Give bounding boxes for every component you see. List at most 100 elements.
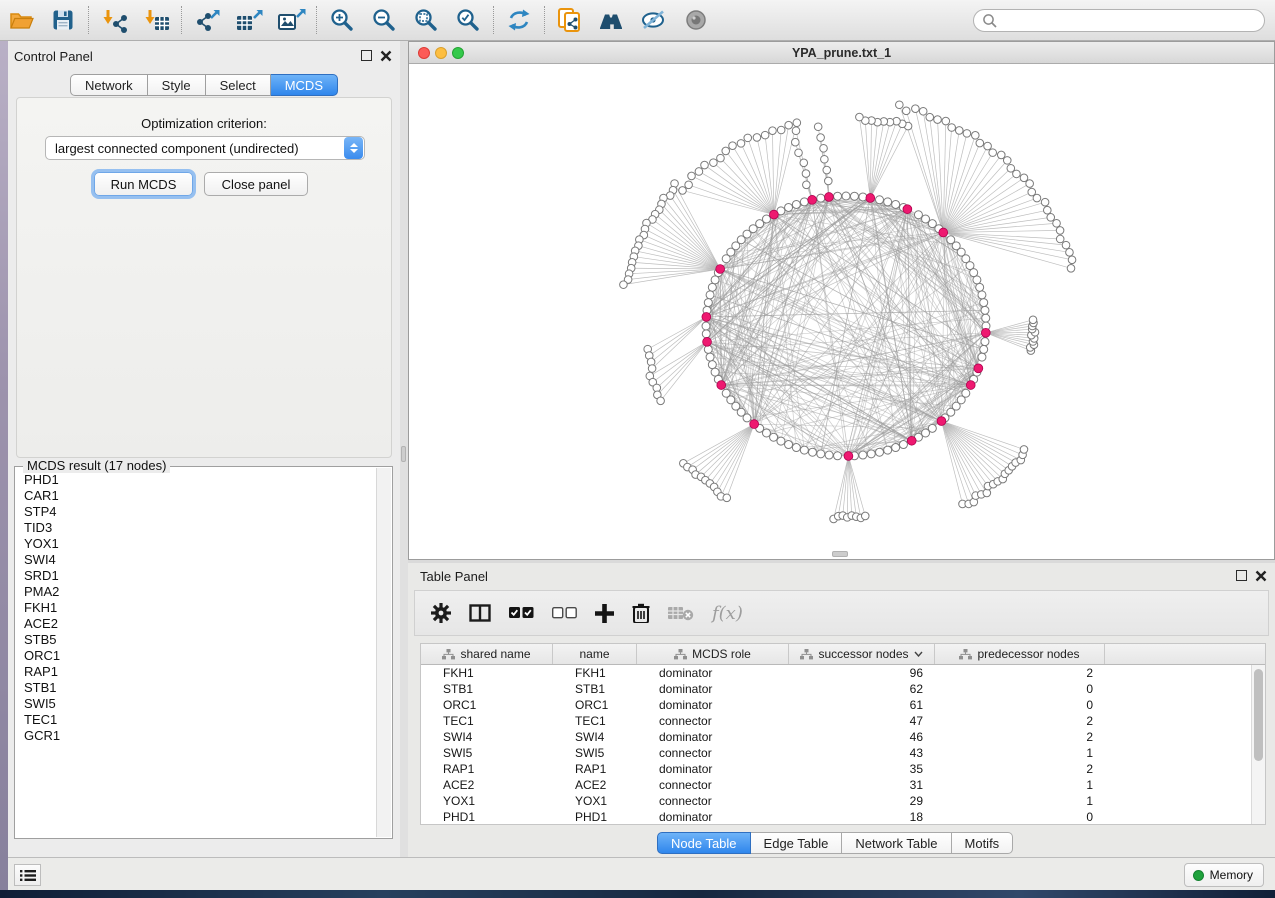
tab-mcds[interactable]: MCDS: [271, 74, 338, 96]
refresh-icon[interactable]: [498, 2, 540, 38]
mcds-result-item[interactable]: SWI4: [24, 552, 376, 568]
table-row[interactable]: RAP1RAP1dominator352: [421, 761, 1265, 777]
mcds-result-item[interactable]: GCR1: [24, 728, 376, 744]
table-row[interactable]: SWI4SWI4dominator462: [421, 729, 1265, 745]
show-panels-button[interactable]: [14, 864, 41, 886]
hide-graphics-icon[interactable]: [633, 2, 675, 38]
column-header-predecessor-nodes[interactable]: predecessor nodes: [935, 644, 1105, 664]
table-cell: 0: [935, 682, 1105, 696]
table-row[interactable]: ORC1ORC1dominator610: [421, 697, 1265, 713]
table-settings-gear-icon[interactable]: [431, 598, 451, 628]
control-panel: Control Panel Network Style Select MCDS …: [8, 41, 400, 857]
mcds-result-item[interactable]: RAP1: [24, 664, 376, 680]
show-columns-icon[interactable]: [469, 598, 491, 628]
zoom-out-icon[interactable]: [363, 2, 405, 38]
mcds-result-item[interactable]: TEC1: [24, 712, 376, 728]
table-cell: connector: [637, 794, 789, 808]
canvas-grip[interactable]: [832, 551, 848, 557]
zoom-selected-icon[interactable]: [447, 2, 489, 38]
mcds-result-item[interactable]: SRD1: [24, 568, 376, 584]
table-cell: dominator: [637, 682, 789, 696]
binoculars-icon[interactable]: [591, 2, 633, 38]
show-graphics-icon[interactable]: [675, 2, 717, 38]
table-cell: STB1: [553, 682, 637, 696]
mcds-result-item[interactable]: CAR1: [24, 488, 376, 504]
column-header-name[interactable]: name: [553, 644, 637, 664]
tab-network[interactable]: Network: [70, 74, 148, 96]
mcds-result-item[interactable]: YOX1: [24, 536, 376, 552]
column-type-icon: [442, 649, 455, 660]
float-table-panel-icon[interactable]: [1236, 570, 1248, 582]
mcds-result-item[interactable]: ORC1: [24, 648, 376, 664]
add-column-icon[interactable]: [595, 598, 614, 628]
table-cell: dominator: [637, 730, 789, 744]
table-cell: TEC1: [421, 714, 553, 728]
import-network-icon[interactable]: [93, 2, 135, 38]
open-session-icon[interactable]: [0, 2, 42, 38]
network-canvas[interactable]: [409, 64, 1274, 559]
delete-column-icon[interactable]: [632, 598, 650, 628]
table-row[interactable]: TEC1TEC1connector472: [421, 713, 1265, 729]
zoom-in-icon[interactable]: [321, 2, 363, 38]
column-header-shared-name[interactable]: shared name: [421, 644, 553, 664]
sort-descending-icon: [914, 651, 923, 657]
table-cell: 43: [789, 746, 935, 760]
select-all-rows-icon[interactable]: [509, 598, 534, 628]
export-table-icon[interactable]: [228, 2, 270, 38]
column-header-successor-nodes[interactable]: successor nodes: [789, 644, 935, 664]
toolbar-separator: [181, 6, 182, 34]
close-table-panel-icon[interactable]: [1255, 570, 1267, 582]
table-cell: 2: [935, 666, 1105, 680]
memory-button[interactable]: Memory: [1184, 863, 1264, 887]
table-cell: ACE2: [553, 778, 637, 792]
export-network-icon[interactable]: [186, 2, 228, 38]
tab-node-table[interactable]: Node Table: [657, 832, 751, 854]
mcds-result-item[interactable]: STB1: [24, 680, 376, 696]
network-window-titlebar[interactable]: YPA_prune.txt_1: [409, 42, 1274, 64]
tab-style[interactable]: Style: [148, 74, 206, 96]
application-window: Control Panel Network Style Select MCDS …: [0, 0, 1275, 898]
table-cell: YOX1: [421, 794, 553, 808]
clone-network-icon[interactable]: [549, 2, 591, 38]
close-panel-icon[interactable]: [380, 50, 392, 62]
table-scrollbar[interactable]: [1251, 665, 1265, 824]
table-row[interactable]: YOX1YOX1connector291: [421, 793, 1265, 809]
table-row[interactable]: STB1STB1dominator620: [421, 681, 1265, 697]
table-scrollbar-thumb[interactable]: [1254, 669, 1263, 761]
column-header-mcds-role[interactable]: MCDS role: [637, 644, 789, 664]
tab-motifs[interactable]: Motifs: [952, 832, 1014, 854]
criterion-select[interactable]: largest connected component (undirected): [45, 136, 365, 160]
mcds-result-item[interactable]: SWI5: [24, 696, 376, 712]
tab-edge-table[interactable]: Edge Table: [751, 832, 843, 854]
mcds-result-item[interactable]: TID3: [24, 520, 376, 536]
run-mcds-button[interactable]: Run MCDS: [94, 172, 193, 196]
table-row[interactable]: SWI5SWI5connector431: [421, 745, 1265, 761]
table-row[interactable]: ACE2ACE2connector311: [421, 777, 1265, 793]
deselect-all-rows-icon[interactable]: [552, 598, 577, 628]
float-panel-icon[interactable]: [361, 50, 373, 62]
export-image-icon[interactable]: [270, 2, 312, 38]
tab-network-table[interactable]: Network Table: [842, 832, 951, 854]
close-panel-button[interactable]: Close panel: [204, 172, 308, 196]
panel-splitter-vertical[interactable]: [400, 41, 408, 857]
mcds-result-item[interactable]: STB5: [24, 632, 376, 648]
tab-select[interactable]: Select: [206, 74, 271, 96]
save-session-icon[interactable]: [42, 2, 84, 38]
mcds-result-item[interactable]: PHD1: [24, 472, 376, 488]
mcds-result-list[interactable]: PHD1CAR1STP4TID3YOX1SWI4SRD1PMA2FKH1ACE2…: [16, 468, 376, 837]
table-row[interactable]: PHD1PHD1dominator180: [421, 809, 1265, 825]
zoom-fit-icon[interactable]: [405, 2, 447, 38]
mcds-list-scrollbar[interactable]: [376, 468, 391, 837]
mcds-result-item[interactable]: ACE2: [24, 616, 376, 632]
table-cell: 47: [789, 714, 935, 728]
mcds-options-panel: Optimization criterion: largest connecte…: [16, 97, 392, 458]
search-input[interactable]: [998, 14, 1264, 28]
table-cell: dominator: [637, 666, 789, 680]
import-table-icon[interactable]: [135, 2, 177, 38]
table-row[interactable]: FKH1FKH1dominator962: [421, 665, 1265, 681]
mcds-result-item[interactable]: FKH1: [24, 600, 376, 616]
mcds-result-item[interactable]: STP4: [24, 504, 376, 520]
mcds-result-item[interactable]: PMA2: [24, 584, 376, 600]
search-field[interactable]: [973, 9, 1265, 32]
memory-label: Memory: [1210, 868, 1253, 882]
